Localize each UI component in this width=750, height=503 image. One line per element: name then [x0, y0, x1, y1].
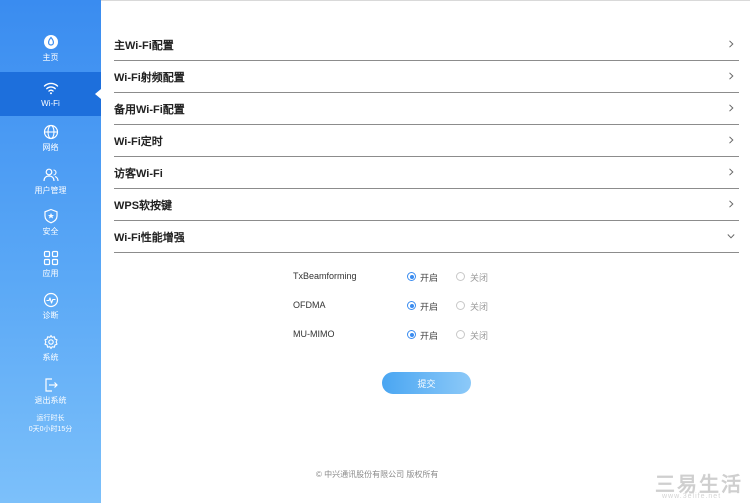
apps-grid-icon: [43, 250, 58, 265]
nav-item-apps[interactable]: 应用: [0, 242, 101, 286]
shield-icon: [43, 208, 58, 223]
uptime-value: 0天0小时15分: [28, 426, 73, 433]
radio-off[interactable]: [456, 301, 465, 310]
logout-icon: [44, 377, 58, 392]
section-wifi-radio[interactable]: Wi-Fi射频配置: [114, 61, 739, 93]
radio-on-label[interactable]: 开启: [420, 329, 438, 342]
option-ofdma: OFDMA 开启 关闭: [293, 298, 523, 314]
option-label: OFDMA: [293, 300, 326, 310]
sidebar: 主页 Wi-Fi 网络 用户管理 安全 应用 诊断 系统 退出系统 运行时长 0…: [0, 0, 101, 503]
radio-on-label[interactable]: 开启: [420, 300, 438, 313]
nav-item-system[interactable]: 系统: [0, 326, 101, 370]
radio-on[interactable]: [407, 272, 416, 281]
section-backup-wifi[interactable]: 备用Wi-Fi配置: [114, 93, 739, 125]
top-divider: [101, 0, 750, 1]
chevron-down-icon: [727, 234, 735, 239]
section-wifi-performance[interactable]: Wi-Fi性能增强: [114, 221, 739, 253]
radio-off-label[interactable]: 关闭: [470, 300, 488, 313]
watermark-url: www.3elife.net: [662, 493, 722, 500]
section-title: Wi-Fi定时: [114, 136, 163, 148]
nav-item-security[interactable]: 安全: [0, 200, 101, 244]
radio-off[interactable]: [456, 272, 465, 281]
copyright-footer: © 中兴通讯股份有限公司 版权所有: [316, 470, 439, 479]
router-admin-page: 主页 Wi-Fi 网络 用户管理 安全 应用 诊断 系统 退出系统 运行时长 0…: [0, 0, 750, 503]
chevron-right-icon: [729, 136, 734, 144]
section-title: 访客Wi-Fi: [114, 168, 163, 180]
chevron-right-icon: [729, 168, 734, 176]
section-title: Wi-Fi射频配置: [114, 72, 185, 84]
chevron-right-icon: [729, 200, 734, 208]
nav-item-home[interactable]: 主页: [0, 26, 101, 70]
watermark-logo: 三易生活 www.3elife.net: [650, 468, 748, 502]
submit-button[interactable]: 提交: [382, 372, 471, 394]
section-wifi-schedule[interactable]: Wi-Fi定时: [114, 125, 739, 157]
nav-label-network: 网络: [42, 142, 59, 152]
chevron-right-icon: [729, 72, 734, 80]
section-guest-wifi[interactable]: 访客Wi-Fi: [114, 157, 739, 189]
nav-label-logout: 退出系统: [34, 395, 67, 405]
section-title: WPS软按键: [114, 200, 173, 212]
option-label: TxBeamforming: [293, 271, 357, 281]
section-title: 主Wi-Fi配置: [114, 40, 174, 52]
chevron-right-icon: [729, 40, 734, 48]
radio-off-label[interactable]: 关闭: [470, 271, 488, 284]
nav-label-diagnosis: 诊断: [42, 310, 59, 320]
radio-on-label[interactable]: 开启: [420, 271, 438, 284]
uptime-display: 运行时长 0天0小时15分: [0, 413, 101, 435]
nav-label-wifi: Wi-Fi: [41, 98, 60, 108]
gear-icon: [43, 334, 58, 349]
radio-on[interactable]: [407, 330, 416, 339]
home-icon: [43, 34, 58, 49]
users-icon: [42, 168, 59, 181]
nav-item-user-management[interactable]: 用户管理: [0, 159, 101, 203]
section-title: Wi-Fi性能增强: [114, 232, 185, 244]
globe-icon: [43, 124, 58, 139]
radio-off[interactable]: [456, 330, 465, 339]
section-main-wifi[interactable]: 主Wi-Fi配置: [114, 29, 739, 61]
nav-label-home: 主页: [42, 52, 59, 62]
wifi-icon: [43, 82, 58, 94]
chevron-right-icon: [729, 104, 734, 112]
option-mu-mimo: MU-MIMO 开启 关闭: [293, 327, 523, 343]
nav-item-network[interactable]: 网络: [0, 116, 101, 160]
nav-label-system: 系统: [42, 352, 59, 362]
nav-label-apps: 应用: [42, 268, 59, 278]
section-title: 备用Wi-Fi配置: [114, 104, 185, 116]
radio-off-label[interactable]: 关闭: [470, 329, 488, 342]
diagnosis-icon: [43, 292, 58, 307]
uptime-label: 运行时长: [36, 415, 65, 422]
nav-label-user-management: 用户管理: [34, 185, 67, 195]
radio-on[interactable]: [407, 301, 416, 310]
nav-item-diagnosis[interactable]: 诊断: [0, 284, 101, 328]
nav-item-wifi[interactable]: Wi-Fi: [0, 72, 101, 116]
nav-item-logout[interactable]: 退出系统: [0, 369, 101, 413]
nav-label-security: 安全: [42, 226, 59, 236]
section-wps-button[interactable]: WPS软按键: [114, 189, 739, 221]
option-label: MU-MIMO: [293, 329, 335, 339]
option-txbeamforming: TxBeamforming 开启 关闭: [293, 269, 523, 285]
